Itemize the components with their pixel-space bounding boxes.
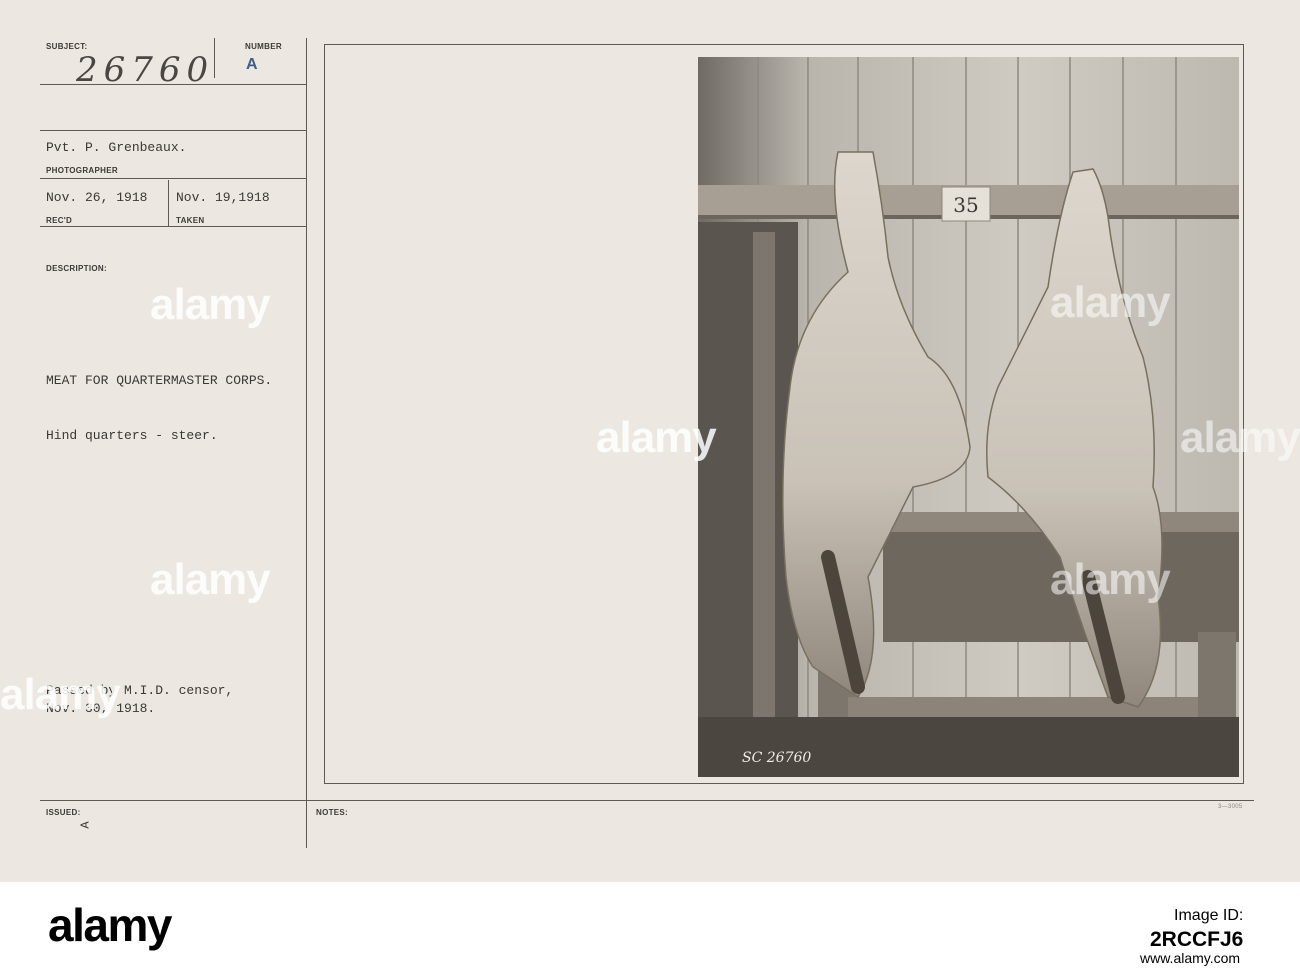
bottom-rule: [40, 800, 1254, 801]
received-date: Nov. 26, 1918: [46, 190, 148, 205]
notes-label: NOTES:: [316, 808, 349, 817]
photographer-name: Pvt. P. Grenbeaux.: [46, 140, 187, 155]
footer-bar: [0, 882, 1300, 972]
photograph-image: 35 SC 26760: [698, 57, 1239, 777]
watermark: alamy: [1050, 278, 1171, 327]
subject-number-handwritten: 26760: [76, 50, 215, 90]
photographer-top-rule: [40, 130, 306, 131]
image-id-block: Image ID: 2RCCFJ6: [1150, 904, 1243, 952]
form-code: 3—3005: [1218, 804, 1243, 810]
taken-date: Nov. 19,1918: [176, 190, 270, 205]
watermark: alamy: [596, 413, 717, 462]
photographer-rule: [40, 178, 306, 179]
photograph: 35 SC 26760: [698, 57, 1239, 777]
received-label: REC'D: [46, 216, 73, 225]
photographer-label: PHOTOGRAPHER: [46, 166, 118, 175]
number-label: NUMBER: [245, 42, 282, 51]
description-label: DESCRIPTION:: [46, 264, 107, 273]
issued-mark: A: [78, 821, 93, 829]
record-card: SUBJECT: 26760 NUMBER A Pvt. P. Grenbeau…: [0, 0, 1300, 882]
image-id-value: 2RCCFJ6: [1150, 928, 1244, 951]
watermark: alamy: [0, 670, 121, 719]
dates-divider: [168, 180, 169, 226]
dates-rule: [40, 226, 306, 227]
tag-number: 35: [953, 193, 978, 217]
alamy-logo: alamy: [48, 899, 172, 951]
image-id-label: Image ID:: [1174, 907, 1244, 924]
watermark: alamy: [150, 555, 271, 604]
taken-label: TAKEN: [176, 216, 205, 225]
left-column-rule: [306, 38, 307, 848]
watermark: alamy: [1050, 555, 1171, 604]
watermark: alamy: [1180, 413, 1300, 462]
footer-url: www.alamy.com: [1140, 950, 1241, 966]
description-line: Hind quarters - steer.: [46, 428, 218, 443]
watermark: alamy: [150, 280, 271, 329]
number-stamp: A: [246, 56, 258, 73]
description-title: MEAT FOR QUARTERMASTER CORPS.: [46, 373, 273, 388]
issued-label: ISSUED:: [46, 808, 81, 817]
negative-inscription: SC 26760: [742, 750, 811, 766]
